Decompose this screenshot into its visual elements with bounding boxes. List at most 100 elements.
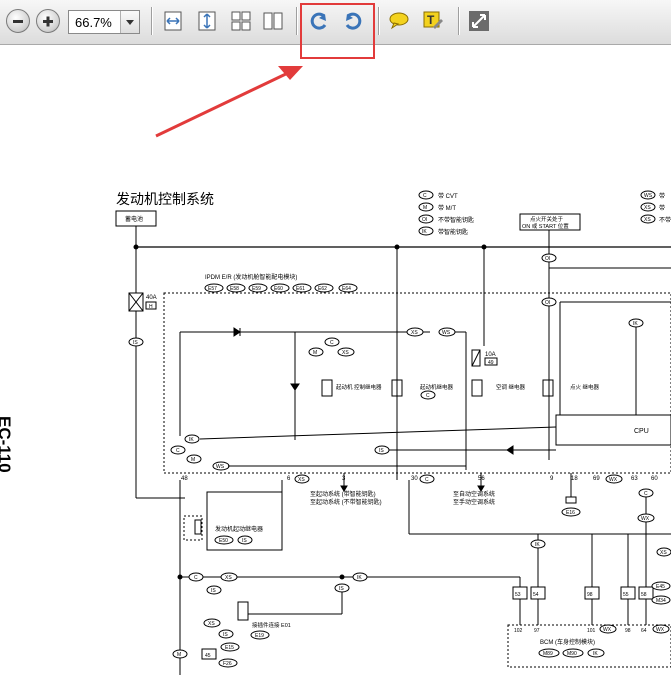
svg-text:ON 或 START 位置: ON 或 START 位置 [522, 222, 569, 230]
svg-text:XS: XS [298, 477, 305, 483]
svg-text:WX: WX [609, 477, 618, 483]
svg-text:XS: XS [660, 550, 667, 556]
svg-text:M: M [423, 205, 427, 211]
svg-text:带 CVT: 带 CVT [438, 192, 458, 200]
svg-text:18: 18 [571, 476, 578, 482]
svg-text:IS: IS [339, 586, 344, 592]
svg-text:M34: M34 [656, 598, 666, 604]
wiring-diagram: 蓄电池 C 带 CVT M 带 M/T OI 不带智能钥匙 IK 带智能钥匙 W… [115, 190, 671, 675]
svg-text:IK: IK [357, 575, 362, 581]
svg-text:M89: M89 [543, 651, 553, 657]
svg-text:WS: WS [644, 193, 653, 199]
svg-text:至起动系统 (带智能钥匙): 至起动系统 (带智能钥匙) [310, 490, 376, 498]
svg-text:E50: E50 [219, 538, 228, 544]
svg-text:至起动系统 (不带智能钥匙): 至起动系统 (不带智能钥匙) [310, 498, 382, 506]
svg-text:48: 48 [181, 476, 188, 482]
relay-ac: 空调 继电器 [471, 379, 526, 397]
svg-text:带智能钥匙: 带智能钥匙 [438, 228, 468, 236]
relay-starter-control: 起动机 控制继电器 [321, 379, 382, 397]
svg-text:H: H [149, 304, 153, 310]
joint-connector [237, 601, 249, 621]
relay-starter: 起动机继电器 C [391, 379, 454, 400]
svg-text:OI: OI [422, 217, 427, 223]
svg-text:不带智能钥匙: 不带智能钥匙 [438, 216, 474, 224]
svg-text:60: 60 [651, 476, 658, 482]
svg-text:WS: WS [216, 464, 225, 470]
svg-text:M: M [313, 350, 317, 356]
svg-text:10A: 10A [485, 352, 496, 358]
svg-text:C: C [176, 448, 180, 454]
svg-text:97: 97 [534, 628, 540, 634]
svg-text:至自动空调系统: 至自动空调系统 [453, 490, 495, 498]
svg-text:C: C [425, 477, 429, 483]
ipdm-connectors: E57 E58 E59 E60 E61 E62 E64 [204, 283, 358, 293]
ipdm-label: IPDM E/R (发动机舱智能配电模块) [205, 273, 297, 281]
svg-text:点火 继电器: 点火 继电器 [570, 383, 600, 391]
svg-text:M90: M90 [567, 651, 577, 657]
svg-text:起动机继电器: 起动机继电器 [420, 383, 454, 391]
svg-text:54: 54 [533, 592, 539, 598]
svg-text:接插件连接 E01: 接插件连接 E01 [252, 621, 291, 629]
relay-ignition: 点火 继电器 [542, 379, 600, 397]
svg-text:40A: 40A [146, 295, 157, 301]
svg-text:XS: XS [644, 217, 651, 223]
svg-text:F26: F26 [223, 661, 232, 667]
svg-text:30: 30 [411, 476, 418, 482]
fuse-10a: 10A 49 [471, 349, 498, 367]
svg-text:98: 98 [625, 628, 631, 634]
svg-text:XS: XS [342, 350, 349, 356]
svg-text:带: 带 [659, 204, 665, 212]
svg-text:101: 101 [587, 628, 596, 634]
svg-text:IK: IK [593, 651, 598, 657]
legend-left: C 带 CVT M 带 M/T OI 不带智能钥匙 IK 带智能钥匙 [418, 190, 474, 236]
svg-text:WS: WS [442, 330, 451, 336]
cpu-box [555, 414, 671, 446]
svg-text:WX: WX [641, 516, 650, 522]
svg-text:XS: XS [644, 205, 651, 211]
svg-text:98: 98 [587, 592, 593, 598]
svg-text:E45: E45 [656, 584, 665, 590]
svg-text:E61: E61 [296, 286, 305, 292]
svg-text:58: 58 [641, 592, 647, 598]
svg-text:56: 56 [478, 476, 485, 482]
svg-text:E19: E19 [255, 633, 264, 639]
svg-text:69: 69 [593, 476, 600, 482]
svg-text:C: C [194, 575, 198, 581]
svg-text:102: 102 [514, 628, 523, 634]
svg-text:E15: E15 [225, 645, 234, 651]
svg-text:空调 继电器: 空调 继电器 [496, 383, 526, 391]
svg-text:55: 55 [623, 592, 629, 598]
svg-text:IS: IS [211, 588, 216, 594]
svg-text:XS: XS [411, 330, 418, 336]
svg-text:45: 45 [205, 653, 211, 659]
svg-text:IK: IK [189, 437, 194, 443]
battery-label: 蓄电池 [125, 215, 143, 223]
svg-text:53: 53 [515, 592, 521, 598]
cpu-label: CPU [634, 428, 649, 435]
svg-text:49: 49 [488, 360, 494, 366]
svg-text:XS: XS [225, 575, 232, 581]
svg-text:C: C [426, 393, 430, 399]
svg-text:64: 64 [641, 628, 647, 634]
svg-text:E60: E60 [274, 286, 283, 292]
svg-text:OI: OI [545, 300, 550, 306]
svg-text:WX: WX [603, 627, 612, 633]
svg-text:IS: IS [133, 340, 138, 346]
svg-text:M: M [177, 652, 181, 658]
svg-text:E57: E57 [208, 286, 217, 292]
svg-text:IK: IK [633, 321, 638, 327]
svg-text:6: 6 [287, 476, 291, 482]
svg-text:带: 带 [659, 192, 665, 200]
svg-text:发动机起动继电器: 发动机起动继电器 [215, 525, 263, 533]
svg-text:IS: IS [242, 538, 247, 544]
svg-text:M: M [191, 457, 195, 463]
svg-text:E59: E59 [252, 286, 261, 292]
svg-text:起动机 控制继电器: 起动机 控制继电器 [336, 383, 382, 391]
svg-text:C: C [330, 340, 334, 346]
svg-text:E62: E62 [318, 286, 327, 292]
svg-text:C: C [644, 491, 648, 497]
svg-text:WX: WX [656, 627, 665, 633]
legend-right: WS 带 XS 带 XS 不带 [640, 190, 671, 224]
svg-text:至手动空调系统: 至手动空调系统 [453, 498, 495, 506]
svg-text:E58: E58 [230, 286, 239, 292]
